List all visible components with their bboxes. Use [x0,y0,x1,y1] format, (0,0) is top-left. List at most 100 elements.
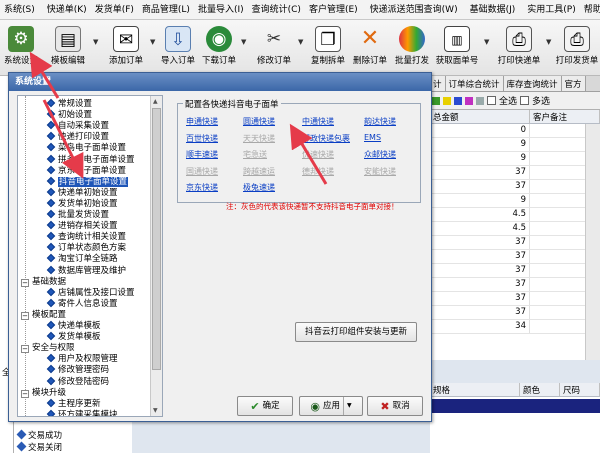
collapse-icon[interactable]: − [21,389,29,398]
column-header-color[interactable]: 颜色 [520,383,560,396]
tree-node[interactable]: 快递单初始设置 [46,187,118,199]
table-row[interactable]: 37 [430,180,600,194]
multi-select-checkbox[interactable] [520,96,530,105]
tree-node[interactable]: 抖音电子面单设置 [46,176,129,188]
table-row[interactable]: 37 [430,166,600,180]
dropdown-arrow-icon[interactable]: ▼ [241,38,246,46]
print-invoice-button[interactable]: ⎙ 打印发货单 [554,20,600,76]
table-row[interactable]: 9 [430,194,600,208]
tree-node[interactable]: 用户及权限管理 [46,354,118,365]
express-link[interactable]: 众邮快递 [364,149,396,160]
tree-node[interactable]: 环方建采集模块 [46,409,118,416]
dropdown-arrow-icon[interactable]: ▼ [546,38,551,46]
tree-node[interactable]: 批量发货设置 [46,209,109,221]
tab-official[interactable]: 官方 [561,76,586,91]
douyin-print-install-button[interactable]: 抖音云打印组件安装与更新 [295,322,417,342]
settings-tree-scrollbar[interactable]: ▲ ▼ [150,96,162,416]
tree-node[interactable]: 初始设置 [46,109,92,121]
tree-node[interactable]: 淘宝订单全链路 [46,254,118,265]
tab-stats[interactable]: 计 [430,76,446,91]
dropdown-arrow-icon[interactable]: ▼ [298,38,303,46]
print-express-waybill-button[interactable]: ⎙ 打印快递单 [494,20,544,76]
detail-grid-selected-row[interactable] [430,399,600,413]
dropdown-arrow-icon[interactable]: ▼ [93,38,98,46]
tree-group[interactable]: − 基础数据 [21,277,66,288]
orders-grid-scrollbar[interactable] [585,124,600,360]
scroll-down-icon[interactable]: ▼ [153,407,158,414]
tree-group[interactable]: − 模板配置 [21,310,66,321]
scroll-thumb[interactable] [152,108,161,370]
express-link[interactable]: 圆通快递 [243,116,275,127]
import-orders-button[interactable]: ⇩ 导入订单 [158,20,198,76]
tab-order-stats[interactable]: 订单综合统计 [445,76,504,91]
menu-query-stats[interactable]: 查询统计(C) [248,0,305,19]
delete-order-button[interactable]: ✕ 删除订单 [350,20,390,76]
select-all-checkbox[interactable] [487,96,496,105]
flag-blue-icon[interactable] [454,96,462,105]
tree-node[interactable]: 寄件人信息设置 [46,298,118,310]
collapse-icon[interactable]: − [21,311,29,320]
table-row[interactable]: 37 [430,250,600,264]
cancel-button[interactable]: ✖ 取消 [367,396,423,416]
download-orders-button[interactable]: ◉ 下载订单 [198,20,240,76]
express-link[interactable]: 百世快递 [186,133,218,144]
express-link[interactable]: 京东快递 [186,182,218,193]
flag-green-icon[interactable] [432,96,440,105]
table-row[interactable]: 34 [430,320,600,334]
express-link[interactable]: 申通快递 [186,116,218,127]
add-order-button[interactable]: ✉ 添加订单 [104,20,148,76]
menu-express-waybill[interactable]: 快递单(K) [43,0,91,19]
column-header-size[interactable]: 尺码 [560,383,600,396]
express-link[interactable]: 中通快递 [302,116,334,127]
collapse-icon[interactable]: − [21,345,29,354]
flag-purple-icon[interactable] [465,96,473,105]
tree-node[interactable]: 查询统计相关设置 [46,231,126,243]
tree-node[interactable]: 快递单模板 [46,320,101,332]
tree-node[interactable]: 常规设置 [46,98,92,110]
table-row[interactable]: 4.5 [430,222,600,236]
copy-split-button[interactable]: ❐ 复制拆单 [306,20,350,76]
tree-node[interactable]: 快递打印设置 [46,132,109,143]
tree-node[interactable]: 修改登陆密码 [46,376,109,388]
table-row[interactable]: 37 [430,292,600,306]
express-link[interactable]: 极兔速递 [243,182,275,193]
express-link[interactable]: 顺丰速递 [186,149,218,160]
menu-invoice[interactable]: 发货单(F) [91,0,138,19]
collapse-icon[interactable]: − [21,278,29,287]
ok-button[interactable]: ✔ 确定 [237,396,293,416]
express-link[interactable]: EMS [364,133,381,142]
chevron-down-icon[interactable]: ▼ [343,397,352,415]
tree-node[interactable]: 主程序更新 [46,398,101,410]
apply-button[interactable]: ◉ 应用 ▼ [299,396,363,416]
flag-yellow-icon[interactable] [443,96,451,105]
dialog-title[interactable]: 系统设置 [9,73,431,91]
tree-node[interactable]: 数据库管理及维护 [46,265,126,277]
tree-group[interactable]: − 安全与权限 [21,343,75,354]
table-row[interactable]: 4.5 [430,208,600,222]
menu-batch-import[interactable]: 批量导入(I) [194,0,248,19]
menu-delivery-range[interactable]: 快递派送范围查询(W) [366,0,462,19]
tree-node[interactable]: 拼多多电子面单设置 [46,154,135,166]
table-row[interactable]: 37 [430,264,600,278]
table-row[interactable]: 37 [430,278,600,292]
status-item-success[interactable]: 交易成功 [14,429,132,441]
batch-print-ship-button[interactable]: 批量打发 [392,20,432,76]
tab-stock-stats[interactable]: 库存查询统计 [503,76,562,91]
table-row[interactable]: 37 [430,306,600,320]
tree-node[interactable]: 发货单初始设置 [46,198,118,210]
tree-node[interactable]: 自动采集设置 [46,120,109,132]
get-waybill-number-button[interactable]: ▥ 获取面单号 [434,20,480,76]
menu-customers[interactable]: 客户管理(E) [305,0,362,19]
tree-node[interactable]: 订单状态颜色方案 [46,243,126,254]
system-settings-button[interactable]: ⚙ 系统设置 [2,20,40,76]
tree-node[interactable]: 菜鸟电子面单设置 [46,143,126,154]
scroll-up-icon[interactable]: ▲ [153,98,158,105]
tree-group[interactable]: − 模块升级 [21,388,66,399]
tree-node[interactable]: 发货单模板 [46,331,101,343]
table-row[interactable]: 9 [430,152,600,166]
template-edit-button[interactable]: ▤ 模板编辑 [46,20,90,76]
menu-system[interactable]: 系统(S) [0,0,39,19]
menu-help[interactable]: 帮助关于(H) [580,0,600,19]
menu-tools[interactable]: 实用工具(P) [523,0,579,19]
tree-node[interactable]: 店铺属性及接口设置 [46,287,135,299]
